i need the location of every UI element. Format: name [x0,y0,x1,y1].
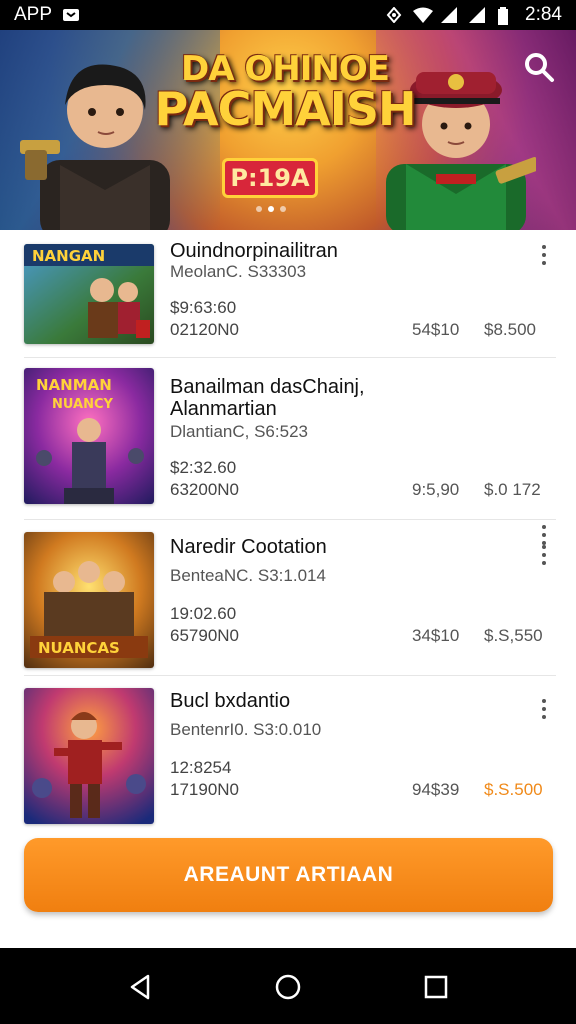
signal-icon-2 [469,7,487,23]
more-options-icon[interactable] [532,694,556,724]
carousel-dot[interactable] [256,206,262,212]
banner-title-line1: DA OHINOE [181,49,390,89]
item-value-1: 9:5,90 [412,480,460,499]
carousel-dot-active[interactable] [268,206,274,212]
item-thumbnail[interactable]: NANMAN NUANCY [24,368,154,504]
search-icon[interactable] [522,50,556,84]
clock-time: 2:84 [525,4,562,25]
carousel-dot[interactable] [280,206,286,212]
vibrate-icon [385,6,403,24]
app-label: APP [14,4,53,25]
item-thumbnail[interactable] [24,688,154,824]
back-icon[interactable] [126,972,156,1002]
item-price: 19:02.60 [170,604,237,623]
item-thumbnail[interactable]: NANGAN [24,244,154,344]
item-title: Ouindnorpinailitran [170,240,338,262]
thumb-label: NANGAN [32,247,105,265]
battery-icon [497,7,515,25]
banner-tag: P:19A [222,158,318,198]
more-options-icon[interactable] [532,540,556,570]
list-item[interactable]: NUANCAS Naredir Cootation BenteaNC. S3:1… [0,520,576,676]
thumb-label-2: NUANCY [52,397,114,412]
banner-title: DA OHINOE PACMAISH [150,52,420,132]
item-value-2: $.S.500 [484,780,543,799]
item-price: $2:32.60 [170,458,237,477]
primary-action-button[interactable]: AREAUNT ARTIAAN [24,838,553,912]
item-title: Naredir Cootation [170,536,327,558]
item-developer: BenteaNC. S3:1.014 [170,566,326,585]
item-code: 65790N0 [170,626,240,645]
list-item[interactable]: NANMAN NUANCY Banailman dasChainj, Alanm… [0,358,576,545]
promo-banner[interactable]: DA OHINOE PACMAISH P:19A [0,30,576,230]
item-code: 02120N0 [170,320,240,339]
status-bar: APP 2:84 [0,0,576,30]
home-icon[interactable] [273,972,303,1002]
item-title: Banailman dasChainj, Alanmartian [170,376,365,420]
item-price: 12:8254 [170,758,232,777]
item-developer: DlantianC, S6:523 [170,422,308,441]
item-value-1: 54$10 [412,320,460,339]
signal-icon [441,7,459,23]
thumb-label: NANMAN [36,376,112,394]
item-value-1: 34$10 [412,626,460,645]
item-developer: BentenrI0. S3:0.010 [170,720,322,739]
item-price: $9:63:60 [170,298,237,317]
list-item[interactable]: Bucl bxdantio BentenrI0. S3:0.010 12:825… [0,676,576,832]
more-options-icon[interactable] [532,240,556,270]
item-developer: MeolanC. S33303 [170,262,307,281]
item-value-2: $.0 172 [484,480,541,499]
list-item[interactable]: NANGAN Ouindnorpinailitran MeolanC. S333… [0,230,576,358]
item-thumbnail[interactable]: NUANCAS [24,532,154,668]
carousel-indicator[interactable] [256,206,286,212]
wifi-icon [413,7,434,23]
system-nav-bar [0,948,576,1024]
item-title: Bucl bxdantio [170,690,291,712]
item-code: 63200N0 [170,480,240,499]
item-value-1: 94$39 [412,780,460,799]
recents-icon[interactable] [421,972,451,1002]
thumb-label: NUANCAS [38,639,120,657]
banner-title-line2: PACMAISH [154,82,417,136]
item-value-2: $.S,550 [484,626,543,645]
item-code: 17190N0 [170,780,240,799]
notification-icon [62,7,80,23]
item-value-2: $8.500 [484,320,536,339]
